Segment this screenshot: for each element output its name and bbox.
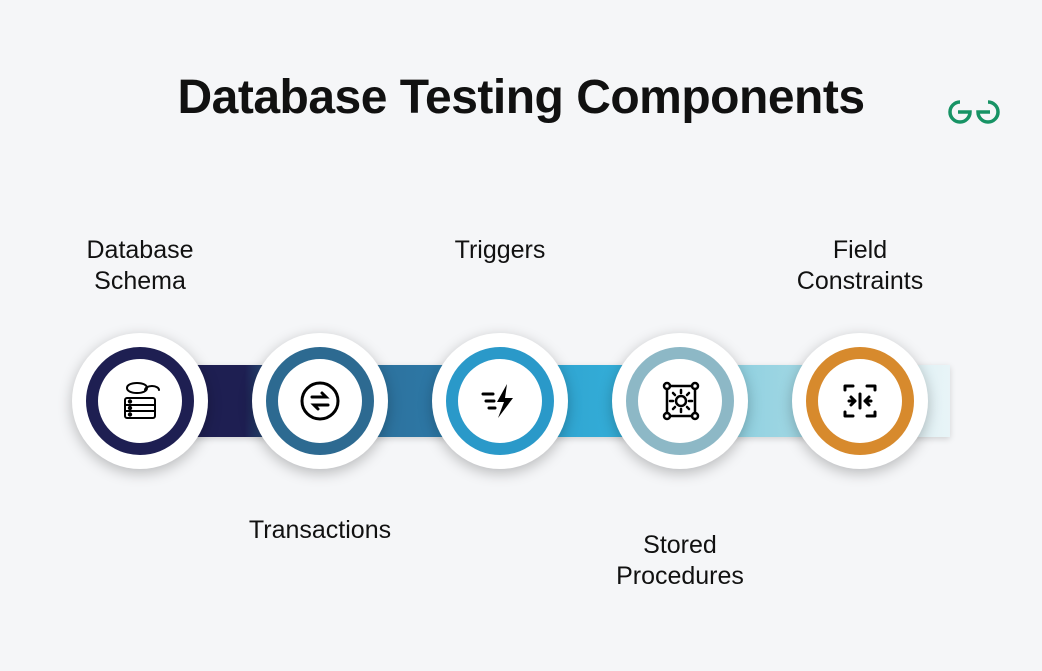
transactions-icon: [296, 377, 344, 425]
node-stored-procedures: [612, 333, 748, 469]
label-field-constraints: FieldConstraints: [770, 235, 950, 298]
ring: [266, 347, 374, 455]
label-triggers: Triggers: [410, 235, 590, 266]
node-triggers: [432, 333, 568, 469]
field-constraints-icon: [836, 377, 884, 425]
node-database-schema: [72, 333, 208, 469]
geeksforgeeks-logo: [946, 98, 1002, 131]
node-field-constraints: [792, 333, 928, 469]
ring: [806, 347, 914, 455]
ring: [626, 347, 734, 455]
ring: [446, 347, 554, 455]
label-database-schema: DatabaseSchema: [50, 235, 230, 298]
page-title: Database Testing Components: [0, 70, 1042, 125]
label-transactions: Transactions: [230, 515, 410, 546]
diagram: DatabaseSchema Trans: [0, 235, 1042, 635]
ring: [86, 347, 194, 455]
label-stored-procedures: StoredProcedures: [590, 530, 770, 593]
node-transactions: [252, 333, 388, 469]
stored-procedures-icon: [656, 377, 704, 425]
trigger-icon: [476, 377, 524, 425]
database-schema-icon: [116, 377, 164, 425]
